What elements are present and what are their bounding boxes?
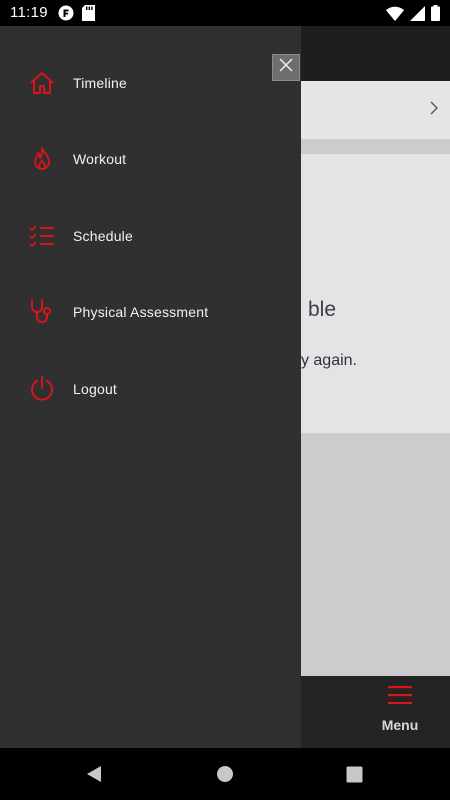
- wifi-icon: [386, 6, 404, 26]
- hamburger-icon: [388, 686, 412, 709]
- flame-icon: [28, 145, 56, 173]
- chevron-right-icon: [430, 99, 438, 120]
- battery-icon: [431, 5, 440, 26]
- recents-icon[interactable]: [342, 762, 366, 786]
- menu-label: Menu: [381, 717, 419, 733]
- system-navigation-bar: [0, 748, 450, 800]
- nav-item-physical-assessment[interactable]: Physical Assessment: [0, 287, 301, 337]
- home-icon: [28, 69, 56, 97]
- nav-item-timeline[interactable]: Timeline: [0, 58, 301, 108]
- nav-label-physical-assessment: Physical Assessment: [73, 304, 209, 320]
- nav-item-workout[interactable]: Workout: [0, 134, 301, 184]
- back-icon[interactable]: [82, 762, 106, 786]
- app-notification-icon: [58, 5, 74, 26]
- stethoscope-icon: [28, 298, 56, 326]
- nav-item-schedule[interactable]: Schedule: [0, 211, 301, 261]
- power-icon: [28, 375, 56, 403]
- home-button-icon[interactable]: [213, 762, 237, 786]
- nav-label-logout: Logout: [73, 381, 118, 397]
- navigation-drawer: Timeline Workout Schedule Physical Asses…: [0, 26, 301, 748]
- nav-label-workout: Workout: [73, 151, 127, 167]
- nav-item-logout[interactable]: Logout: [0, 364, 301, 414]
- status-time: 11:19: [10, 4, 48, 21]
- menu-button[interactable]: Menu: [372, 686, 428, 740]
- sd-card-icon: [82, 5, 95, 26]
- cell-signal-icon: [410, 5, 425, 26]
- checklist-icon: [28, 222, 56, 250]
- nav-label-schedule: Schedule: [73, 228, 133, 244]
- status-bar: 11:19: [0, 0, 450, 26]
- nav-label-timeline: Timeline: [73, 75, 127, 91]
